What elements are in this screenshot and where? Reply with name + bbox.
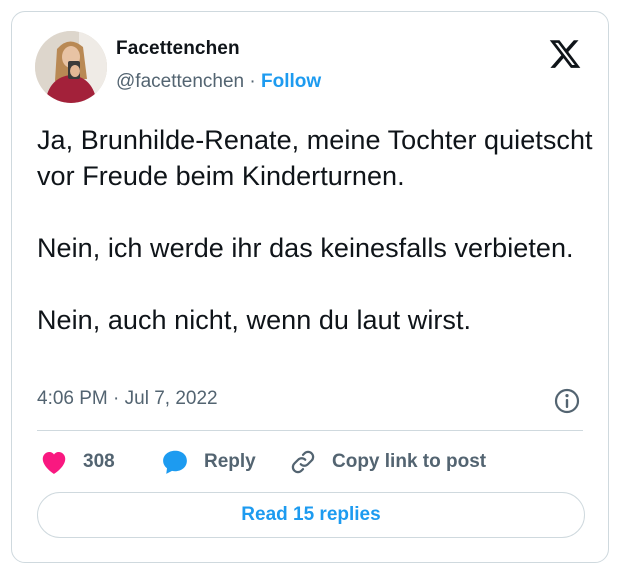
handle-separator: ·: [244, 71, 261, 92]
action-bar: 308 Reply Copy link to post: [37, 444, 597, 480]
avatar-image: [35, 31, 107, 103]
display-name[interactable]: Facettenchen: [116, 38, 240, 60]
reply-label: Reply: [204, 451, 256, 472]
tweet-paragraph: Nein, ich werde ihr das keinesfalls verb…: [37, 233, 574, 263]
tweet-paragraph: Nein, auch nicht, wenn du laut wirst.: [37, 305, 472, 335]
heart-icon: [42, 452, 66, 474]
handle-row: @facettenchen · Follow: [116, 71, 321, 93]
like-count: 308: [83, 451, 115, 472]
link-icon: [291, 450, 315, 474]
user-handle[interactable]: @facettenchen: [116, 71, 244, 92]
read-replies-button[interactable]: Read 15 replies: [37, 492, 585, 538]
like-button[interactable]: 308: [39, 444, 115, 480]
tweet-text: Ja, Brunhilde-Renate, meine Tochter quie…: [37, 122, 597, 338]
tweet-card: Facettenchen @facettenchen · Follow Ja, …: [11, 11, 609, 563]
avatar[interactable]: [35, 31, 107, 103]
speech-bubble-icon: [163, 450, 187, 474]
tweet-paragraph: Ja, Brunhilde-Renate, meine Tochter quie…: [37, 125, 593, 191]
reply-button[interactable]: Reply: [160, 444, 256, 480]
divider: [37, 430, 583, 431]
follow-button[interactable]: Follow: [261, 71, 321, 92]
timestamp-link[interactable]: 4:06 PM · Jul 7, 2022: [37, 388, 218, 410]
copy-link-button[interactable]: Copy link to post: [288, 444, 486, 480]
info-icon[interactable]: [553, 387, 581, 415]
x-logo-icon[interactable]: [548, 37, 582, 71]
copy-link-label: Copy link to post: [332, 451, 487, 472]
